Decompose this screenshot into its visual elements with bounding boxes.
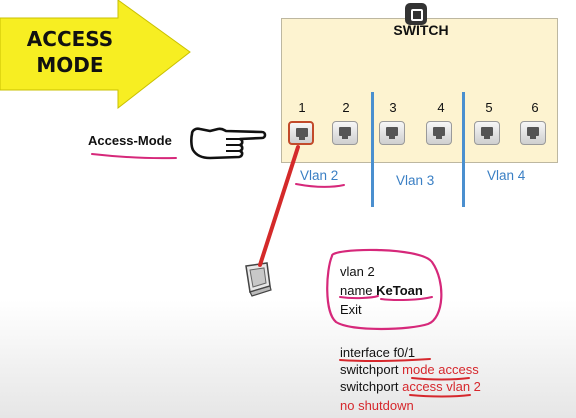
vlan2-underline (295, 183, 345, 188)
config-vlan-name: KeToan (376, 283, 423, 298)
config-line-vlan: vlan 2 (340, 264, 375, 279)
config-line-no-shutdown: no shutdown (340, 398, 414, 413)
network-cable (258, 145, 300, 267)
config-line-mode: switchport mode access (340, 361, 479, 378)
config-access-keyword: switchport (340, 379, 403, 394)
config-line-access-vlan: switchport access vlan 2 (340, 378, 481, 395)
config-mode-value: mode access (402, 362, 479, 377)
config-name-keyword: name (340, 283, 377, 298)
config-access-value: access vlan 2 (402, 379, 481, 394)
access-vlan-underline (409, 394, 471, 398)
access-mode-underline (91, 153, 177, 160)
config-mode-keyword: switchport (340, 362, 403, 377)
config-line-name: name KeToan (340, 282, 423, 299)
annotation-layer (91, 145, 471, 398)
config-line-interface: interface f0/1 (340, 345, 416, 360)
config-line-exit: Exit (340, 302, 362, 317)
